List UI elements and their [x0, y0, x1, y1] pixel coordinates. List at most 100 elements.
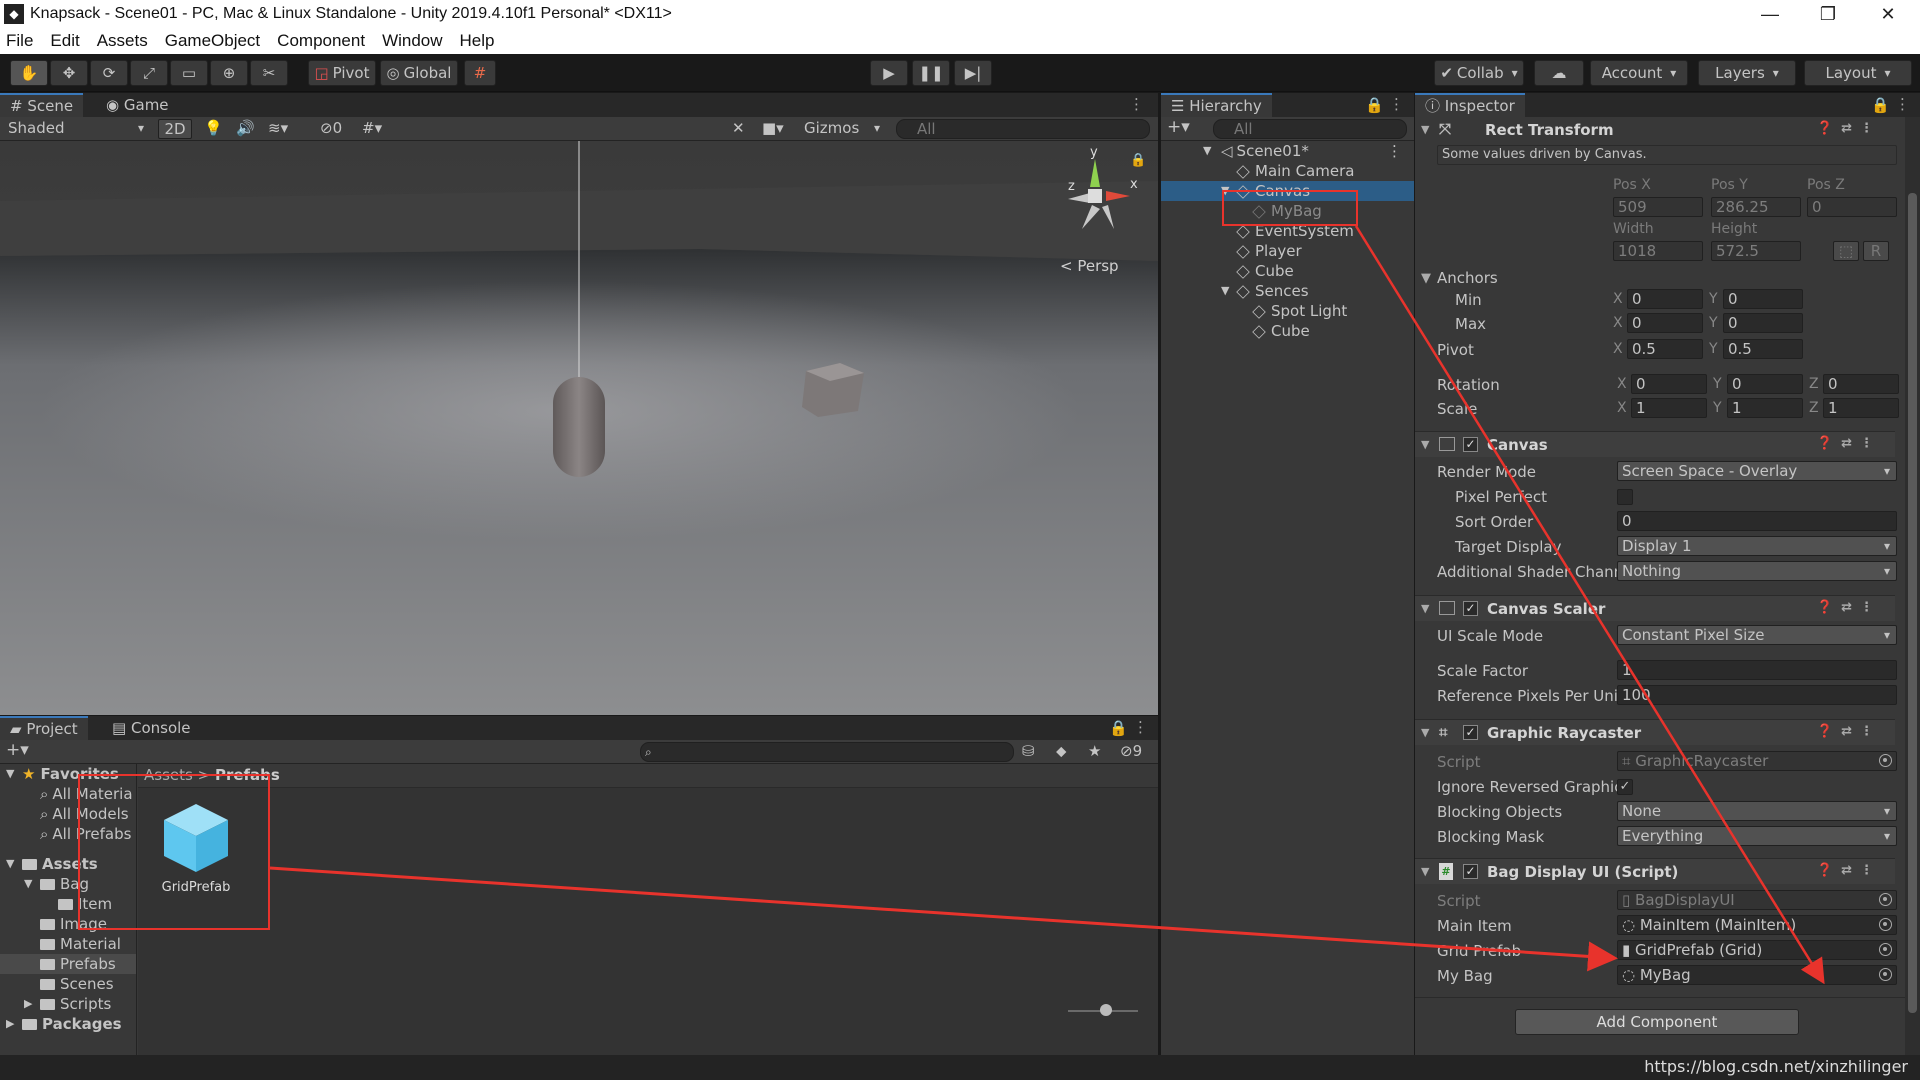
menu-help[interactable]: Help	[460, 31, 495, 51]
sort-order-field[interactable]: 0	[1617, 511, 1897, 531]
anchor-max-y-field[interactable]: 0	[1723, 313, 1803, 333]
tools-icon[interactable]: ✕	[732, 119, 745, 137]
component-help-settings-icons[interactable]: ❓⇄⋮	[1817, 600, 1881, 615]
pixel-perfect-checkbox[interactable]	[1617, 489, 1633, 505]
folder-row-scenes[interactable]: Scenes	[0, 974, 136, 994]
hierarchy-item-player[interactable]: Player	[1161, 241, 1414, 261]
grid-toggle-icon[interactable]: #▾	[362, 119, 382, 137]
account-dropdown[interactable]: Account	[1590, 60, 1688, 86]
scale-tool-icon[interactable]: ⤢	[130, 60, 168, 86]
anchors-collapse-icon[interactable]: ▼	[1421, 271, 1431, 286]
rotation-y-field[interactable]: 0	[1727, 374, 1803, 394]
rotation-z-field[interactable]: 0	[1823, 374, 1899, 394]
tab-game[interactable]: ◉ Game	[96, 93, 179, 117]
pivot-y-field[interactable]: 0.5	[1723, 339, 1803, 359]
transform-tool-icon[interactable]: ⊕	[210, 60, 248, 86]
scale-x-field[interactable]: 1	[1631, 398, 1707, 418]
play-button[interactable]: ▶	[870, 60, 908, 86]
anchor-max-x-field[interactable]: 0	[1627, 313, 1703, 333]
tab-scene[interactable]: # Scene	[0, 93, 84, 117]
blocking-mask-dropdown[interactable]: Everything	[1617, 826, 1897, 846]
cloud-icon[interactable]: ☁	[1534, 60, 1584, 86]
lock-icon[interactable]: 🔒	[1871, 96, 1890, 114]
component-help-settings-icons[interactable]: ❓⇄⋮	[1817, 121, 1881, 136]
object-picker-icon[interactable]	[1879, 943, 1892, 956]
hidden-packages-toggle[interactable]: ⊘9	[1120, 742, 1142, 760]
hierarchy-search-input[interactable]: All	[1213, 119, 1407, 139]
canvas-enabled-checkbox[interactable]: ✓	[1463, 437, 1478, 452]
scrollbar-thumb[interactable]	[1908, 193, 1917, 1013]
render-mode-dropdown[interactable]: Screen Space - Overlay	[1617, 461, 1897, 481]
anchor-min-y-field[interactable]: 0	[1723, 289, 1803, 309]
reference-ppu-field[interactable]: 100	[1617, 685, 1897, 705]
favorites-star-icon[interactable]: ★	[1088, 742, 1101, 760]
lock-icon[interactable]: 🔒	[1109, 719, 1128, 737]
tab-console[interactable]: ▤ Console	[102, 716, 201, 740]
layers-dropdown[interactable]: Layers	[1698, 60, 1796, 86]
global-toggle[interactable]: ◎ Global	[380, 60, 458, 86]
canvas-component-header[interactable]: ▼ ✓ Canvas ❓⇄⋮	[1415, 431, 1895, 457]
pos-z-field[interactable]: 0	[1807, 197, 1897, 217]
custom-tool-icon[interactable]: ✂	[250, 60, 288, 86]
project-search-input[interactable]: ⌕	[640, 742, 1014, 762]
raw-edit-button[interactable]: R	[1863, 241, 1889, 261]
component-help-settings-icons[interactable]: ❓⇄⋮	[1817, 436, 1881, 451]
hierarchy-item-cube[interactable]: Cube	[1161, 261, 1414, 281]
close-button[interactable]: ✕	[1860, 0, 1916, 28]
scale-factor-field[interactable]: 1	[1617, 660, 1897, 680]
hierarchy-item-cube-child[interactable]: Cube	[1161, 321, 1414, 341]
component-help-settings-icons[interactable]: ❓⇄⋮	[1817, 863, 1881, 878]
pivot-toggle[interactable]: ◲ Pivot	[308, 60, 376, 86]
scene-search-input[interactable]: All	[896, 119, 1150, 139]
collab-dropdown[interactable]: ✔ Collab	[1434, 60, 1524, 86]
shading-mode-dropdown[interactable]: Shaded	[4, 119, 150, 139]
search-by-label-icon[interactable]: ⬥	[1056, 742, 1067, 760]
grid-snap-icon[interactable]: #	[464, 60, 496, 86]
menu-gameobject[interactable]: GameObject	[165, 31, 260, 51]
create-dropdown-icon[interactable]: +▾	[6, 740, 29, 760]
panel-menu-icon[interactable]: ⋮	[1895, 95, 1910, 113]
hidden-objects-toggle[interactable]: ⊘0	[320, 119, 342, 137]
inspector-scrollbar[interactable]	[1905, 117, 1920, 1055]
menu-window[interactable]: Window	[382, 31, 442, 51]
tab-hierarchy[interactable]: ☰ Hierarchy	[1161, 93, 1272, 117]
ignore-reversed-checkbox[interactable]: ✓	[1617, 779, 1633, 795]
gizmos-dropdown[interactable]: Gizmos	[800, 119, 886, 139]
ui-scale-mode-dropdown[interactable]: Constant Pixel Size	[1617, 625, 1897, 645]
camera-icon[interactable]: ■▾	[762, 119, 784, 137]
hierarchy-scene-row[interactable]: ▼ ◁ Scene01* ⋮	[1161, 141, 1414, 161]
object-picker-icon[interactable]	[1879, 918, 1892, 931]
blocking-objects-dropdown[interactable]: None	[1617, 801, 1897, 821]
add-component-button[interactable]: Add Component	[1515, 1009, 1799, 1035]
lighting-toggle-icon[interactable]: 💡	[204, 119, 223, 137]
pause-button[interactable]: ❚❚	[912, 60, 950, 86]
scale-y-field[interactable]: 1	[1727, 398, 1803, 418]
menu-assets[interactable]: Assets	[97, 31, 148, 51]
graphic-raycaster-header[interactable]: ▼ ⌗ ✓ Graphic Raycaster ❓⇄⋮	[1415, 719, 1895, 745]
panel-menu-icon[interactable]: ⋮	[1389, 95, 1404, 113]
canvas-scaler-header[interactable]: ▼ ✓ Canvas Scaler ❓⇄⋮	[1415, 595, 1895, 621]
menu-component[interactable]: Component	[277, 31, 365, 51]
canvas-scaler-enabled-checkbox[interactable]: ✓	[1463, 601, 1478, 616]
object-picker-icon[interactable]	[1879, 968, 1892, 981]
graphic-raycaster-enabled-checkbox[interactable]: ✓	[1463, 725, 1478, 740]
rect-tool-icon[interactable]: ▭	[170, 60, 208, 86]
rotate-tool-icon[interactable]: ⟳	[90, 60, 128, 86]
layout-dropdown[interactable]: Layout	[1804, 60, 1912, 86]
hierarchy-item-sences[interactable]: ▼ Sences	[1161, 281, 1414, 301]
folder-row-scripts[interactable]: ▶ Scripts	[0, 994, 136, 1014]
lock-icon[interactable]: 🔒	[1130, 153, 1146, 168]
menu-edit[interactable]: Edit	[50, 31, 79, 51]
lock-icon[interactable]: 🔒	[1365, 96, 1384, 114]
bag-display-header[interactable]: ▼ # ✓ Bag Display UI (Script) ❓⇄⋮	[1415, 858, 1895, 884]
packages-row[interactable]: ▶ Packages	[0, 1014, 136, 1034]
shader-channels-dropdown[interactable]: Nothing	[1617, 561, 1897, 581]
pivot-x-field[interactable]: 0.5	[1627, 339, 1703, 359]
target-display-dropdown[interactable]: Display 1	[1617, 536, 1897, 556]
2d-toggle[interactable]: 2D	[158, 119, 192, 139]
my-bag-field[interactable]: ◌ MyBag	[1617, 965, 1897, 985]
audio-toggle-icon[interactable]: 🔊	[236, 119, 255, 137]
scale-z-field[interactable]: 1	[1823, 398, 1899, 418]
maximize-button[interactable]: ❐	[1800, 0, 1856, 28]
component-help-settings-icons[interactable]: ❓⇄⋮	[1817, 724, 1881, 739]
